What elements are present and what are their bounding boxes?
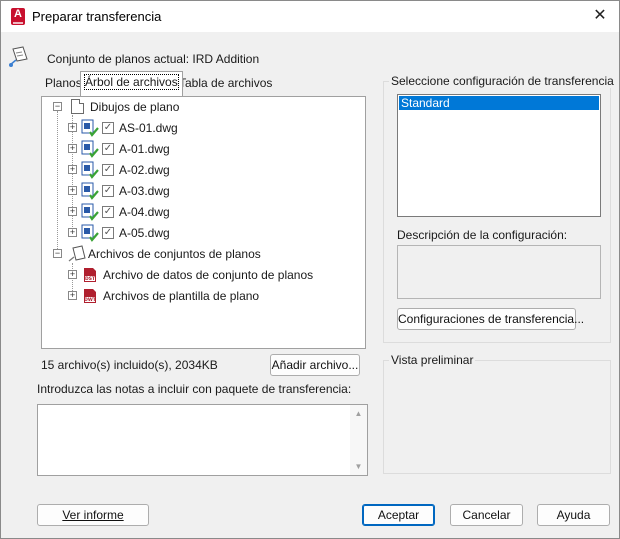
dst-icon-text: DST xyxy=(85,276,96,282)
transfer-config-label: Seleccione configuración de transferenci… xyxy=(389,74,616,88)
include-checkbox[interactable]: ✓ xyxy=(102,143,114,155)
expand-icon[interactable]: + xyxy=(68,144,77,153)
sheet-set-icon xyxy=(9,46,28,67)
file-name: A-04.dwg xyxy=(119,205,170,219)
dwg-file-icon xyxy=(81,140,99,158)
current-set-label: Conjunto de planos actual: IRD Addition xyxy=(47,52,260,66)
file-name: A-02.dwg xyxy=(119,163,170,177)
tree-file-row[interactable]: + DWT Archivos de plantilla de plano xyxy=(42,286,362,306)
include-checkbox[interactable]: ✓ xyxy=(102,206,114,218)
config-description-label: Descripción de la configuración: xyxy=(397,228,568,242)
document-icon xyxy=(71,99,84,114)
close-button[interactable]: ✕ xyxy=(587,5,613,27)
tree-file-row[interactable]: + ✓ A-04.dwg xyxy=(42,202,362,222)
tree-group-label: Archivos de conjuntos de planos xyxy=(88,247,261,261)
file-name: Archivo de datos de conjunto de planos xyxy=(103,268,314,282)
tree-file-row[interactable]: + ✓ A-05.dwg xyxy=(42,223,362,243)
expand-icon[interactable]: + xyxy=(68,228,77,237)
dwg-file-icon xyxy=(81,119,99,137)
tab-file-table-label: Tabla de archivos xyxy=(179,76,273,90)
tab-sheets[interactable]: Planos xyxy=(41,73,86,95)
sheet-set-files-icon xyxy=(68,245,86,262)
notes-scrollbar[interactable]: ▲ ▼ xyxy=(350,405,367,475)
transfer-config-option-selected[interactable]: Standard xyxy=(399,96,599,110)
title-bar: A Preparar transferencia ✕ xyxy=(1,1,619,32)
config-description-box xyxy=(397,245,601,299)
file-name: AS-01.dwg xyxy=(119,121,178,135)
view-report-button[interactable]: Ver informe xyxy=(37,504,149,526)
dwt-icon-text: DWT xyxy=(84,297,97,303)
tab-file-table[interactable]: Tabla de archivos xyxy=(175,73,276,95)
autocad-app-icon: A xyxy=(11,8,25,25)
ok-button[interactable]: Aceptar xyxy=(362,504,435,526)
dwg-file-icon xyxy=(81,224,99,242)
notes-label: Introduzca las notas a incluir con paque… xyxy=(37,382,352,396)
file-name: Archivos de plantilla de plano xyxy=(103,289,260,303)
help-button[interactable]: Ayuda xyxy=(537,504,610,526)
add-file-button-label: Añadir archivo... xyxy=(271,358,359,372)
scroll-down-icon[interactable]: ▼ xyxy=(350,458,367,475)
tree-file-row[interactable]: + ✓ A-03.dwg xyxy=(42,181,362,201)
dwg-file-icon xyxy=(81,203,99,221)
preview-label: Vista preliminar xyxy=(389,353,476,367)
ok-button-label: Aceptar xyxy=(377,508,420,522)
file-tree-panel[interactable]: − Dibujos de plano + ✓ AS-01.dwg + ✓ A-0… xyxy=(41,96,366,349)
dwg-file-icon xyxy=(81,161,99,179)
collapse-icon[interactable]: − xyxy=(53,102,62,111)
transfer-configs-button[interactable]: Configuraciones de transferencia... xyxy=(397,308,584,330)
files-summary: 15 archivo(s) incluido(s), 2034KB xyxy=(41,358,218,372)
scroll-up-icon[interactable]: ▲ xyxy=(350,405,367,422)
expand-icon[interactable]: + xyxy=(68,186,77,195)
tree-group-label: Dibujos de plano xyxy=(90,100,180,114)
file-name: A-03.dwg xyxy=(119,184,170,198)
include-checkbox[interactable]: ✓ xyxy=(102,185,114,197)
include-checkbox[interactable]: ✓ xyxy=(102,164,114,176)
transfer-config-list[interactable]: Standard xyxy=(397,94,601,217)
help-button-label: Ayuda xyxy=(556,508,591,522)
dwg-file-icon xyxy=(81,182,99,200)
cancel-button[interactable]: Cancelar xyxy=(450,504,523,526)
collapse-icon[interactable]: − xyxy=(53,249,62,258)
tab-file-tree[interactable]: Árbol de archivos xyxy=(80,71,183,96)
view-report-button-label: Ver informe xyxy=(62,508,124,522)
tree-file-row[interactable]: + DST Archivo de datos de conjunto de pl… xyxy=(42,265,362,285)
tree-file-row[interactable]: + ✓ AS-01.dwg xyxy=(42,118,362,138)
notes-textarea[interactable]: ▲ ▼ xyxy=(37,404,368,476)
transfer-configs-button-label: Configuraciones de transferencia... xyxy=(398,312,585,326)
tree-file-row[interactable]: + ✓ A-01.dwg xyxy=(42,139,362,159)
add-file-button[interactable]: Añadir archivo... xyxy=(270,354,360,376)
preview-group xyxy=(383,360,611,474)
expand-icon[interactable]: + xyxy=(68,123,77,132)
tab-file-tree-label: Árbol de archivos xyxy=(84,74,179,90)
expand-icon[interactable]: + xyxy=(68,270,77,279)
tree-file-row[interactable]: + ✓ A-02.dwg xyxy=(42,160,362,180)
tab-sheets-label: Planos xyxy=(45,76,82,90)
file-name: A-01.dwg xyxy=(119,142,170,156)
expand-icon[interactable]: + xyxy=(68,165,77,174)
expand-icon[interactable]: + xyxy=(68,207,77,216)
cancel-button-label: Cancelar xyxy=(462,508,511,522)
include-checkbox[interactable]: ✓ xyxy=(102,227,114,239)
dwt-file-icon: DWT xyxy=(84,289,97,303)
transfer-dialog: A Preparar transferencia ✕ Conjunto de p… xyxy=(0,0,620,539)
dst-file-icon: DST xyxy=(84,268,96,282)
window-title: Preparar transferencia xyxy=(32,9,162,24)
expand-icon[interactable]: + xyxy=(68,291,77,300)
include-checkbox[interactable]: ✓ xyxy=(102,122,114,134)
file-name: A-05.dwg xyxy=(119,226,170,240)
